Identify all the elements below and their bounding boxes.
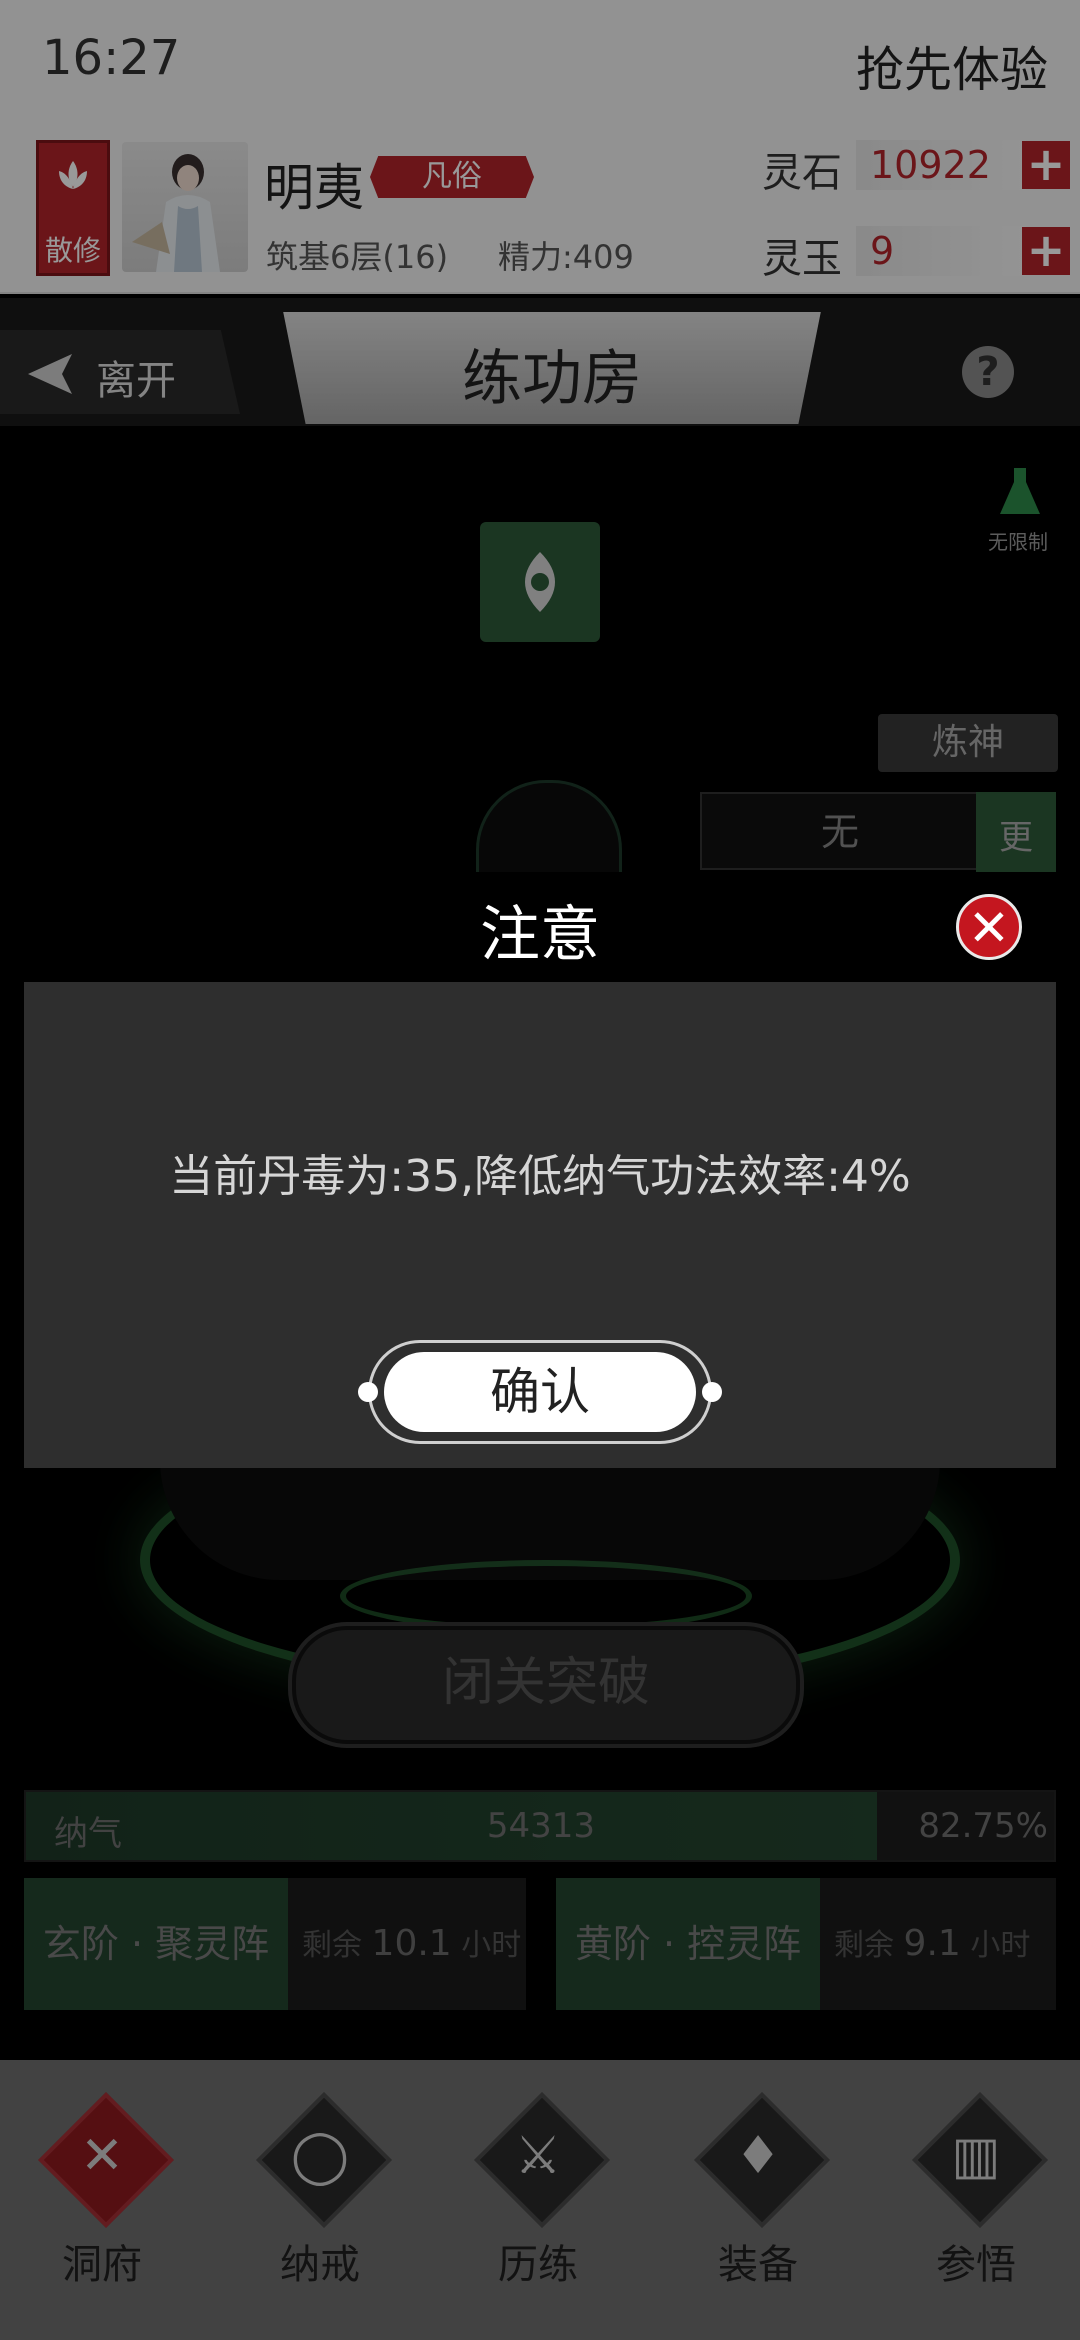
rank-badge: 凡俗: [370, 156, 534, 198]
formation-card-1[interactable]: 玄阶 · 聚灵阵 剩余 10.1 小时: [24, 1878, 526, 2010]
nav-training[interactable]: ⚔ 历练: [468, 2092, 610, 2320]
nav-label: 洞府: [62, 2242, 142, 2288]
nav-label: 历练: [498, 2242, 578, 2288]
nav-label: 参悟: [936, 2242, 1016, 2288]
frame-dot-left: [358, 1382, 378, 1402]
modal-message: 当前丹毒为:35,降低纳气功法效率:4%: [169, 1151, 911, 1202]
formation-name: 玄阶 · 聚灵阵: [24, 1878, 288, 2010]
badge-label: 散修: [44, 234, 101, 267]
nav-cave[interactable]: ✕ 洞府: [32, 2092, 174, 2320]
help-icon[interactable]: ?: [962, 346, 1014, 398]
eye-card[interactable]: [480, 522, 600, 642]
qi-value: 54313: [486, 1806, 596, 1846]
clock: 16:27: [42, 30, 181, 86]
spirit-jade-label: 灵玉: [762, 236, 842, 282]
unlimited-label: 无限制: [988, 530, 1048, 554]
nav-label: 装备: [718, 2242, 798, 2288]
avatar[interactable]: [122, 142, 248, 272]
nav-storage-ring[interactable]: ◯ 纳戒: [250, 2092, 392, 2320]
refine-spirit-tab[interactable]: 炼神: [878, 714, 1058, 772]
spirit-stone-label: 灵石: [762, 150, 842, 196]
eye-icon: [525, 552, 555, 612]
lotus-icon: [59, 161, 87, 189]
nav-comprehend[interactable]: ▥ 参悟: [906, 2092, 1048, 2320]
energy-value: 精力:409: [498, 238, 634, 276]
spirit-stone-value: 10922: [856, 140, 1026, 190]
page-title: 练功房: [462, 344, 642, 414]
formation-remaining: 剩余 10.1 小时: [302, 1923, 522, 1964]
frame-dot-right: [702, 1382, 722, 1402]
formation-remaining: 剩余 9.1 小时: [834, 1923, 1031, 1964]
portrait-figure: [132, 154, 220, 272]
spirit-jade-value: 9: [856, 226, 1026, 276]
confirm-button[interactable]: 确认: [384, 1352, 696, 1432]
nav-label: 纳戒: [280, 2242, 360, 2288]
formation-name: 黄阶 · 控灵阵: [556, 1878, 820, 2010]
leave-label: 离开: [96, 358, 176, 404]
cultivation-level: 筑基6层(16): [266, 238, 449, 276]
back-arrow-icon: [28, 354, 72, 394]
nav-equipment[interactable]: ♦ 装备: [688, 2092, 830, 2320]
qi-percent: 82.75%: [918, 1806, 1048, 1846]
breakthrough-button[interactable]: 闭关突破: [292, 1626, 800, 1744]
close-icon[interactable]: ✕: [956, 894, 1022, 960]
flask-icon: [1000, 468, 1040, 514]
modal-title: 注意: [480, 900, 600, 970]
sect-badge[interactable]: 散修: [36, 140, 110, 276]
formation-inner-ring: [340, 1560, 752, 1632]
add-spirit-jade-button[interactable]: +: [1022, 227, 1070, 275]
add-spirit-stone-button[interactable]: +: [1022, 141, 1070, 189]
player-name: 明夷: [264, 159, 364, 217]
formation-card-2[interactable]: 黄阶 · 控灵阵 剩余 9.1 小时: [556, 1878, 1056, 2010]
early-access-label: 抢先体验: [855, 42, 1048, 98]
technique-slot[interactable]: 无: [700, 792, 980, 870]
